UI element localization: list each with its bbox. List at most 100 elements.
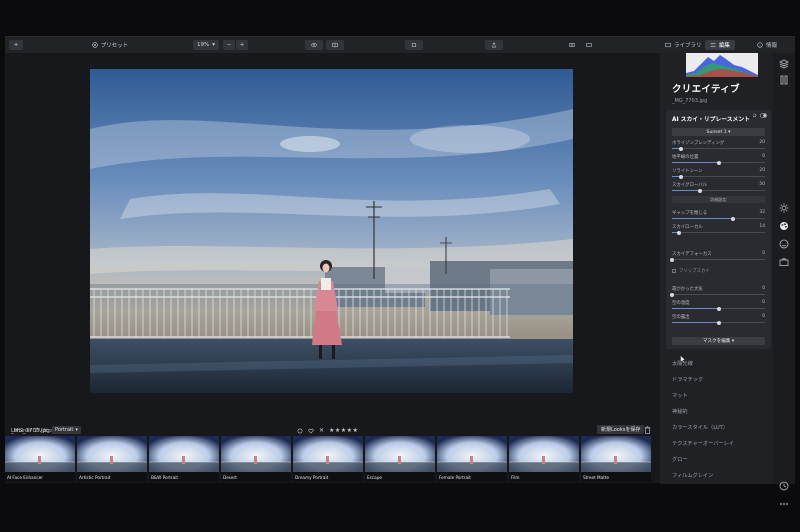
preset-thumbnail[interactable]: Female Portrait [437, 436, 507, 482]
preset-category-select[interactable]: Portrait ▾ [52, 426, 81, 434]
flip-sky-checkbox[interactable]: フリップスカイ [672, 268, 710, 274]
slider-handle[interactable] [679, 174, 684, 179]
slider-row[interactable]: ホライゾンブレンディング 20 [672, 140, 765, 152]
slider-value: 0 [762, 251, 765, 256]
slider-label: スカイデフォーカス [672, 252, 712, 257]
slider-row[interactable]: スカイローカル 14 [672, 224, 765, 236]
creative-tool-item[interactable]: グロー [672, 456, 688, 463]
preset-thumbnail[interactable]: Escape [365, 436, 435, 482]
slider-track[interactable] [670, 292, 765, 297]
palette-icon[interactable] [779, 221, 789, 231]
face-icon[interactable] [779, 239, 789, 249]
more-icon[interactable] [779, 499, 789, 509]
sliders-icon [710, 43, 716, 47]
slider-row[interactable]: ギャップを閉じる 32 [672, 210, 765, 222]
preset-thumbnail-label: Film [511, 475, 520, 480]
slider-label: リライトシーン [672, 169, 703, 174]
chevron-down-icon: ▾ [212, 42, 215, 48]
presets-icon [92, 42, 98, 48]
preset-thumbnail[interactable]: Dreamy Portrait [293, 436, 363, 482]
creative-tool-item[interactable]: マット [672, 392, 688, 399]
slider-track[interactable] [672, 160, 765, 165]
tab-info[interactable]: 情報 [752, 40, 782, 50]
reset-icon[interactable] [752, 113, 757, 118]
tab-edit[interactable]: 編集 [705, 40, 736, 50]
presets-label: Luminar プリセット [11, 427, 59, 434]
slider-row[interactable]: 地平線の位置 0 [672, 154, 765, 166]
briefcase-icon[interactable] [779, 257, 789, 267]
history-icon[interactable] [779, 481, 789, 491]
sun-icon[interactable] [779, 203, 789, 213]
main-photo[interactable] [90, 69, 573, 393]
sky-selection-dropdown[interactable]: Sunset 1 ▾ [672, 128, 765, 136]
eye-icon [311, 43, 317, 47]
preset-thumbnail[interactable]: Artistic Portrait [77, 436, 147, 482]
creative-tool-item[interactable]: テクスチャーオーバーレイ [672, 440, 734, 447]
creative-tool-item[interactable]: ドラマチック [672, 376, 703, 383]
preset-thumbnail-image [221, 436, 291, 472]
slider-row[interactable]: 空の温度 0 [672, 300, 765, 312]
slider-track[interactable] [672, 146, 765, 151]
slider-label: 空の露出 [672, 315, 690, 320]
preset-thumbnail-image [77, 436, 147, 472]
add-button[interactable]: + [9, 40, 23, 50]
slider-handle[interactable] [716, 160, 721, 165]
tab-library-label: ライブラリ [674, 43, 702, 49]
preset-thumbnail[interactable]: Street Matte [581, 436, 651, 482]
preset-thumbnail-label: Dreamy Portrait [295, 475, 329, 480]
slider-handle[interactable] [731, 216, 736, 221]
save-looks-button[interactable]: 新規Looksを保存 [597, 425, 645, 434]
slider-handle[interactable] [716, 306, 721, 311]
tab-library[interactable]: ライブラリ [660, 40, 707, 50]
slider-track[interactable] [672, 216, 765, 221]
slider-track[interactable] [672, 174, 765, 179]
slider-handle[interactable] [697, 188, 702, 193]
zoom-out-button[interactable]: − [223, 40, 235, 50]
compare-button[interactable] [326, 40, 344, 50]
zoom-select[interactable]: 19% ▾ [193, 40, 219, 50]
preset-thumbnail-label: Desert [223, 475, 237, 480]
grid-view-button[interactable] [565, 40, 579, 50]
creative-tool-item[interactable]: カラースタイル（LUT） [672, 424, 728, 431]
creative-tool-item[interactable]: フィルムグレイン [672, 472, 713, 479]
slider-handle[interactable] [670, 292, 674, 297]
crop-button[interactable] [405, 40, 423, 50]
slider-row[interactable]: 空の露出 0 [672, 314, 765, 326]
histogram [686, 53, 758, 77]
preset-thumbnail[interactable]: B&W Portrait [149, 436, 219, 482]
slider-track[interactable] [672, 230, 765, 235]
preset-thumbnail[interactable]: AI Face Enhancer [5, 436, 75, 482]
creative-tool-item[interactable]: 神秘的 [672, 408, 688, 415]
plus-icon: + [239, 42, 245, 48]
edit-mask-button[interactable]: マスクを編集 ▾ [672, 337, 765, 345]
slider-track[interactable] [672, 320, 765, 325]
slider-track[interactable] [670, 257, 765, 262]
single-view-button[interactable] [582, 40, 596, 50]
layers-icon[interactable] [779, 59, 789, 69]
slider-row[interactable]: 霞がかった大気 0 [670, 286, 765, 298]
slider-row[interactable]: スカイデフォーカス 0 [670, 251, 765, 263]
canvas-icon[interactable] [779, 75, 789, 85]
slider-handle[interactable] [716, 320, 721, 325]
zoom-in-button[interactable]: + [236, 40, 248, 50]
preset-thumbnail[interactable]: Desert [221, 436, 291, 482]
slider-track[interactable] [672, 306, 765, 311]
slider-handle[interactable] [676, 230, 681, 235]
preset-thumbnail[interactable]: Film [509, 436, 579, 482]
chevron-down-icon: ▾ [728, 129, 731, 135]
preview-button[interactable] [305, 40, 323, 50]
single-view-icon [586, 43, 592, 47]
slider-label: 地平線の位置 [672, 155, 699, 160]
presets-toggle-button[interactable]: プリセット [87, 40, 133, 50]
advanced-settings-button[interactable]: 詳細設定 [672, 196, 765, 203]
slider-handle[interactable] [670, 257, 674, 262]
tool-head-icons [752, 113, 767, 118]
slider-row[interactable]: リライトシーン 20 [672, 168, 765, 180]
slider-track[interactable] [672, 188, 765, 193]
share-button[interactable] [485, 40, 503, 50]
slider-handle[interactable] [679, 146, 684, 151]
toggle-icon[interactable] [760, 113, 767, 118]
preset-thumbnail-image [581, 436, 651, 472]
slider-fill [672, 218, 734, 219]
slider-row[interactable]: スカイグローバル 50 [672, 182, 765, 194]
